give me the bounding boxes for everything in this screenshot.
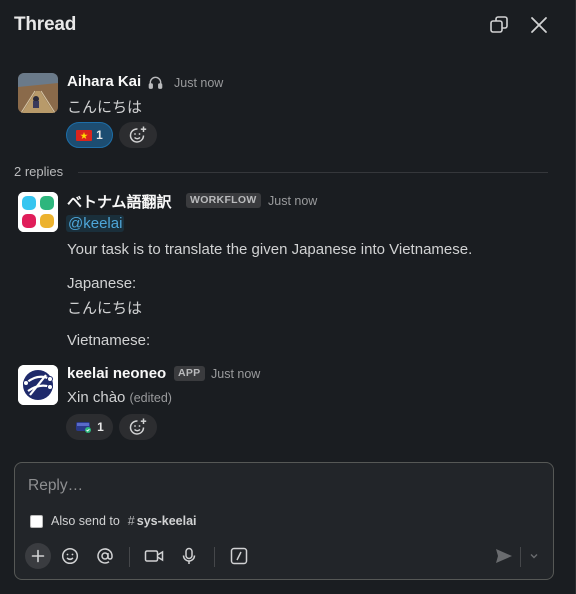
message-timestamp[interactable]: Just now (268, 194, 317, 208)
reply-composer: Also send to # sys-keelai (14, 462, 554, 580)
message-text: こんにちは (67, 300, 143, 317)
send-icon (496, 549, 512, 563)
toolbar-divider (129, 547, 130, 567)
at-icon (97, 548, 113, 564)
user-mention[interactable]: @keelai (66, 215, 125, 232)
edited-label: (edited) (129, 391, 172, 405)
chevron-down-icon (530, 554, 538, 559)
message-text-row: Xin chào (edited) (67, 389, 172, 406)
also-send-label: Also send to (51, 514, 120, 528)
message-author[interactable]: ベトナム語翻訳 (67, 191, 172, 212)
mention-button[interactable] (92, 543, 118, 569)
plus-icon (31, 549, 45, 563)
avatar[interactable] (18, 73, 58, 113)
reaction-count: 1 (96, 128, 103, 142)
emoji-button[interactable] (57, 543, 83, 569)
close-icon (531, 17, 547, 33)
app-emoji-icon (76, 422, 92, 433)
thread-panel: Thread Aihara Kai Just now こんにちは 1 2 rep… (0, 0, 576, 594)
message-text: Japanese: (67, 275, 137, 292)
workflow-avatar[interactable] (18, 192, 58, 232)
also-send-row: Also send to # sys-keelai (30, 514, 197, 528)
toolbar-divider (214, 547, 215, 567)
message-author[interactable]: keelai neoneo (67, 365, 166, 382)
reply-input[interactable] (28, 475, 528, 497)
message-author[interactable]: Aihara Kai (67, 73, 141, 90)
reaction-count: 1 (97, 420, 104, 434)
message-timestamp[interactable]: Just now (174, 76, 223, 90)
emoji-icon (61, 547, 79, 565)
reaction-app-emoji[interactable]: 1 (66, 414, 113, 440)
add-emoji-icon (129, 126, 147, 143)
also-send-checkbox[interactable] (30, 514, 43, 528)
reaction-vietnam-flag[interactable]: 1 (66, 122, 113, 148)
attach-button[interactable] (25, 543, 51, 569)
microphone-icon (182, 547, 196, 564)
popout-icon (490, 16, 508, 33)
headphones-icon (148, 76, 163, 89)
video-clip-button[interactable] (141, 543, 167, 569)
add-reaction-button[interactable] (119, 122, 157, 148)
message-text: こんにちは (67, 99, 143, 116)
toolbar-divider (520, 547, 521, 567)
thread-title: Thread (14, 14, 77, 35)
message-text: Vietnamese: (67, 332, 151, 349)
message-text: Xin chào (67, 389, 126, 406)
video-icon (144, 550, 164, 562)
message-text: Your task is to translate the given Japa… (67, 241, 473, 258)
shortcuts-button[interactable] (226, 543, 252, 569)
message-timestamp[interactable]: Just now (211, 367, 260, 381)
app-badge: APP (174, 366, 205, 381)
audio-clip-button[interactable] (176, 543, 202, 569)
thread-header: Thread (0, 0, 576, 52)
add-reaction-button[interactable] (119, 414, 157, 440)
slash-command-icon (230, 547, 248, 565)
send-button[interactable] (491, 543, 517, 569)
channel-name[interactable]: sys-keelai (137, 514, 197, 528)
hash-icon: # (127, 514, 135, 528)
app-avatar[interactable] (18, 365, 58, 405)
open-in-window-button[interactable] (487, 13, 511, 37)
add-emoji-icon (129, 418, 147, 435)
workflow-badge: WORKFLOW (186, 193, 261, 208)
divider (78, 172, 548, 173)
vietnam-flag-icon (76, 129, 93, 141)
close-button[interactable] (527, 13, 551, 37)
send-options-button[interactable] (525, 543, 543, 569)
replies-count: 2 replies (14, 164, 64, 179)
